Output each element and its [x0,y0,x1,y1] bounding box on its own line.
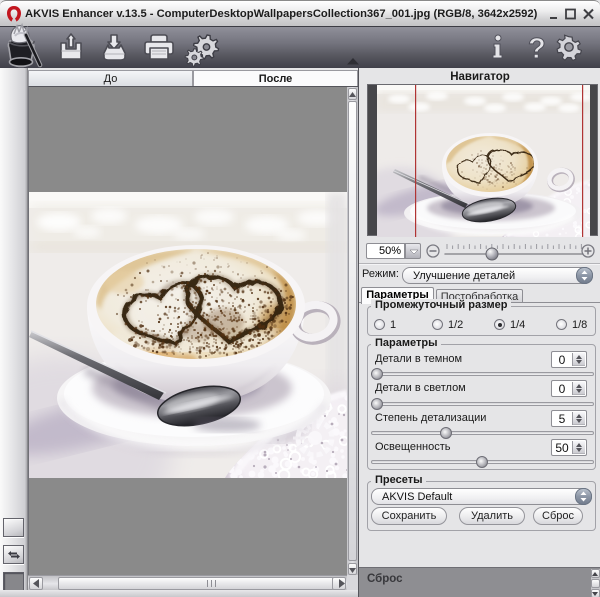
svg-text:?: ? [528,33,546,65]
